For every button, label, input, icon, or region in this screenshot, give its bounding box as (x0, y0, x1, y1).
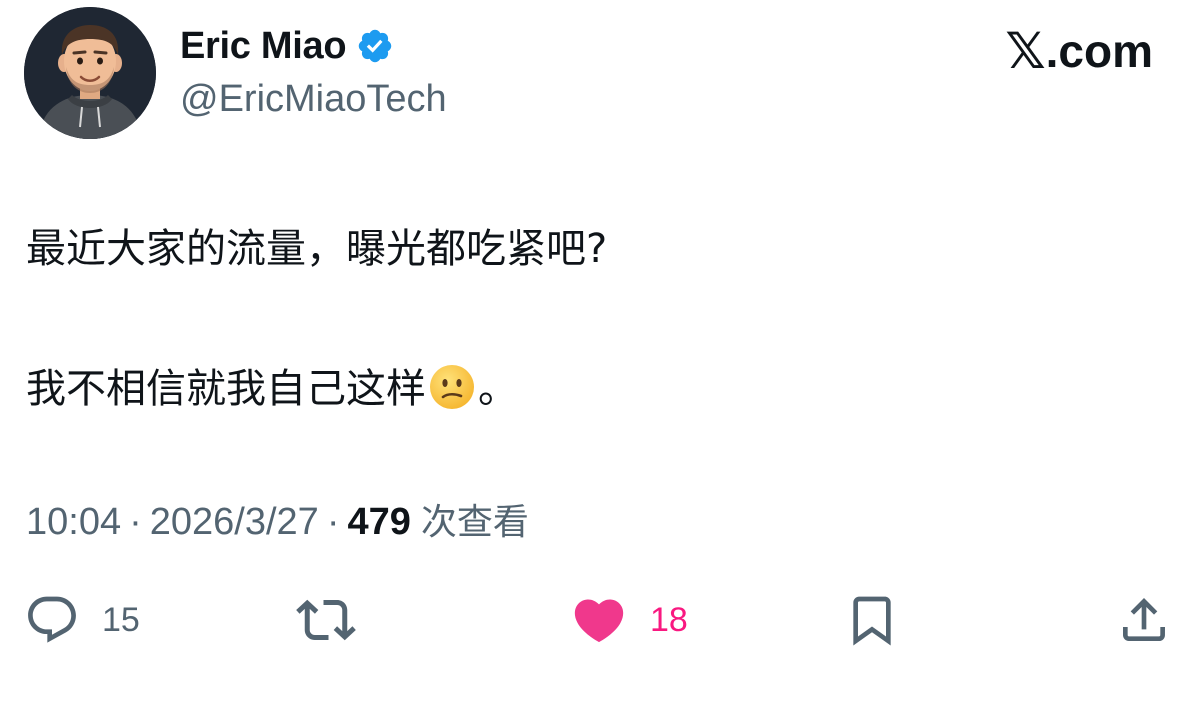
view-count-label: 次查看 (420, 502, 529, 543)
reply-button[interactable]: 15 (24, 590, 140, 650)
author-name-row[interactable]: Eric Miao (180, 22, 394, 70)
verified-badge-icon (359, 29, 392, 63)
view-count: 479 (347, 501, 411, 543)
share-icon (1123, 598, 1165, 641)
meta-separator-1: · (129, 501, 142, 543)
author-handle[interactable]: @EricMiaoTech (180, 78, 447, 121)
tweet-line-1: 最近大家的流量，曝光都吃紧吧? (26, 226, 608, 272)
avatar[interactable] (24, 7, 156, 139)
like-button[interactable]: 18 (570, 590, 688, 650)
site-domain-text: .com (1045, 25, 1153, 77)
heart-filled-icon (574, 599, 624, 643)
like-count: 18 (650, 600, 688, 639)
tweet-action-bar: 15 18 (0, 590, 1199, 650)
bookmark-icon (853, 596, 891, 646)
author-display-name[interactable]: Eric Miao (180, 25, 347, 68)
tweet-line-2-row: 我不相信就我自己这样 。 (26, 354, 1126, 424)
x-logo-icon: 𝕏 (1005, 22, 1046, 80)
tweet-body: 最近大家的流量，曝光都吃紧吧? 我不相信就我自己这样 。 (26, 214, 1126, 424)
reply-count: 15 (102, 600, 140, 639)
avatar-illustration (24, 7, 156, 139)
confused-face-emoji-icon (430, 365, 474, 409)
bookmark-button[interactable] (844, 590, 900, 650)
site-watermark: 𝕏 .com (1005, 26, 1153, 76)
tweet-time[interactable]: 10:04 (26, 501, 121, 544)
reply-icon (28, 596, 76, 643)
tweet-line-2: 我不相信就我自己这样 (26, 366, 426, 412)
tweet-line-2-suffix: 。 (478, 366, 518, 412)
retweet-button[interactable] (296, 590, 378, 650)
retweet-icon (296, 599, 356, 641)
meta-separator-2: · (326, 501, 340, 543)
tweet-meta: 10:04 · 2026/3/27 · 479 次查看 (26, 493, 529, 545)
tweet-date[interactable]: 2026/3/27 (150, 501, 319, 544)
share-button[interactable] (1116, 590, 1172, 650)
